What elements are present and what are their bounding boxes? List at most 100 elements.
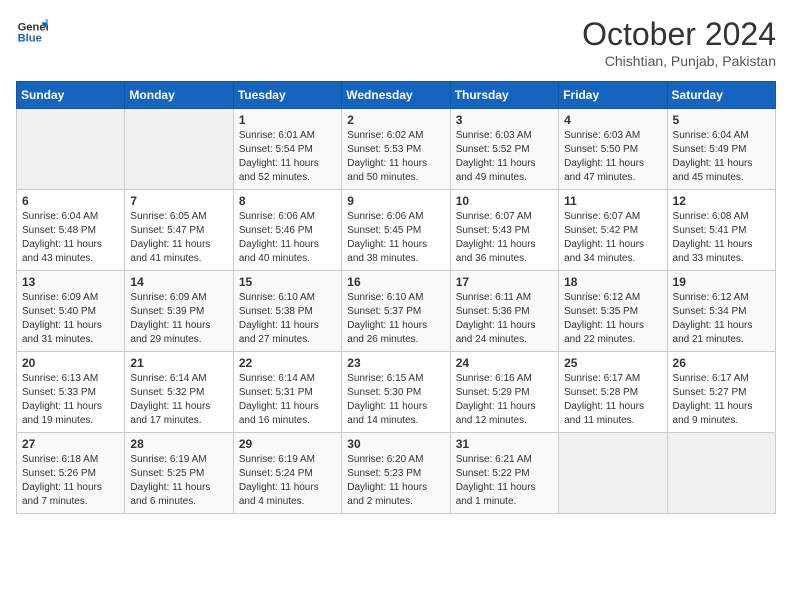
logo: General Blue bbox=[16, 16, 48, 48]
week-row-4: 20 Sunrise: 6:13 AM Sunset: 5:33 PM Dayli… bbox=[17, 352, 776, 433]
day-info: Sunrise: 6:11 AM Sunset: 5:36 PM Dayligh… bbox=[456, 291, 553, 347]
day-info: Sunrise: 6:17 AM Sunset: 5:28 PM Dayligh… bbox=[564, 372, 661, 428]
day-number: 6 bbox=[22, 194, 119, 208]
day-info: Sunrise: 6:12 AM Sunset: 5:34 PM Dayligh… bbox=[673, 291, 770, 347]
day-number: 30 bbox=[347, 437, 444, 451]
week-row-2: 6 Sunrise: 6:04 AM Sunset: 5:48 PM Daylig… bbox=[17, 190, 776, 271]
day-info: Sunrise: 6:01 AM Sunset: 5:54 PM Dayligh… bbox=[239, 129, 336, 185]
month-title: October 2024 bbox=[582, 16, 776, 53]
day-number: 7 bbox=[130, 194, 227, 208]
weekday-header-monday: Monday bbox=[125, 82, 233, 109]
day-number: 27 bbox=[22, 437, 119, 451]
calendar-cell bbox=[667, 433, 775, 514]
page-header: General Blue October 2024 Chishtian, Pun… bbox=[16, 16, 776, 69]
calendar-cell: 12Sunrise: 6:08 AM Sunset: 5:41 PM Dayli… bbox=[667, 190, 775, 271]
day-number: 11 bbox=[564, 194, 661, 208]
weekday-header-row: SundayMondayTuesdayWednesdayThursdayFrid… bbox=[17, 82, 776, 109]
calendar-cell: 11 Sunrise: 6:07 AM Sunset: 5:42 PM Dayli… bbox=[559, 190, 667, 271]
day-number: 2 bbox=[347, 113, 444, 127]
day-info: Sunrise: 6:08 AM Sunset: 5:41 PM Dayligh… bbox=[673, 210, 770, 266]
weekday-header-saturday: Saturday bbox=[667, 82, 775, 109]
svg-text:Blue: Blue bbox=[18, 33, 42, 45]
day-info: Sunrise: 6:18 AM Sunset: 5:26 PM Dayligh… bbox=[22, 453, 119, 509]
calendar-cell: 9 Sunrise: 6:06 AM Sunset: 5:45 PM Daylig… bbox=[342, 190, 450, 271]
calendar-cell: 23 Sunrise: 6:15 AM Sunset: 5:30 PM Dayli… bbox=[342, 352, 450, 433]
day-info: Sunrise: 6:09 AM Sunset: 5:39 PM Dayligh… bbox=[130, 291, 227, 347]
calendar-cell: 13Sunrise: 6:09 AM Sunset: 5:40 PM Dayli… bbox=[17, 271, 125, 352]
calendar-cell: 25 Sunrise: 6:17 AM Sunset: 5:28 PM Dayli… bbox=[559, 352, 667, 433]
calendar-cell: 22Sunrise: 6:14 AM Sunset: 5:31 PM Dayli… bbox=[233, 352, 341, 433]
day-number: 20 bbox=[22, 356, 119, 370]
day-info: Sunrise: 6:21 AM Sunset: 5:22 PM Dayligh… bbox=[456, 453, 553, 509]
day-info: Sunrise: 6:04 AM Sunset: 5:48 PM Dayligh… bbox=[22, 210, 119, 266]
day-number: 31 bbox=[456, 437, 553, 451]
calendar-header: SundayMondayTuesdayWednesdayThursdayFrid… bbox=[17, 82, 776, 109]
day-info: Sunrise: 6:13 AM Sunset: 5:33 PM Dayligh… bbox=[22, 372, 119, 428]
calendar-cell: 14 Sunrise: 6:09 AM Sunset: 5:39 PM Dayli… bbox=[125, 271, 233, 352]
calendar-cell: 16Sunrise: 6:10 AM Sunset: 5:37 PM Dayli… bbox=[342, 271, 450, 352]
day-info: Sunrise: 6:19 AM Sunset: 5:24 PM Dayligh… bbox=[239, 453, 336, 509]
day-number: 23 bbox=[347, 356, 444, 370]
calendar-cell: 8Sunrise: 6:06 AM Sunset: 5:46 PM Daylig… bbox=[233, 190, 341, 271]
calendar-cell: 7Sunrise: 6:05 AM Sunset: 5:47 PM Daylig… bbox=[125, 190, 233, 271]
day-info: Sunrise: 6:14 AM Sunset: 5:32 PM Dayligh… bbox=[130, 372, 227, 428]
calendar-cell: 15 Sunrise: 6:10 AM Sunset: 5:38 PM Dayli… bbox=[233, 271, 341, 352]
day-info: Sunrise: 6:06 AM Sunset: 5:46 PM Dayligh… bbox=[239, 210, 336, 266]
calendar-table: SundayMondayTuesdayWednesdayThursdayFrid… bbox=[16, 81, 776, 514]
day-number: 26 bbox=[673, 356, 770, 370]
calendar-cell: 3Sunrise: 6:03 AM Sunset: 5:52 PM Daylig… bbox=[450, 109, 558, 190]
calendar-cell: 5 Sunrise: 6:04 AM Sunset: 5:49 PM Daylig… bbox=[667, 109, 775, 190]
calendar-cell: 1 Sunrise: 6:01 AM Sunset: 5:54 PM Daylig… bbox=[233, 109, 341, 190]
day-info: Sunrise: 6:17 AM Sunset: 5:27 PM Dayligh… bbox=[673, 372, 770, 428]
day-info: Sunrise: 6:20 AM Sunset: 5:23 PM Dayligh… bbox=[347, 453, 444, 509]
calendar-body: 1 Sunrise: 6:01 AM Sunset: 5:54 PM Daylig… bbox=[17, 109, 776, 514]
calendar-cell: 4 Sunrise: 6:03 AM Sunset: 5:50 PM Daylig… bbox=[559, 109, 667, 190]
logo-icon: General Blue bbox=[16, 16, 48, 48]
day-number: 15 bbox=[239, 275, 336, 289]
day-number: 28 bbox=[130, 437, 227, 451]
calendar-cell: 19 Sunrise: 6:12 AM Sunset: 5:34 PM Dayli… bbox=[667, 271, 775, 352]
calendar-cell bbox=[125, 109, 233, 190]
day-info: Sunrise: 6:10 AM Sunset: 5:37 PM Dayligh… bbox=[347, 291, 444, 347]
day-info: Sunrise: 6:15 AM Sunset: 5:30 PM Dayligh… bbox=[347, 372, 444, 428]
calendar-cell: 26 Sunrise: 6:17 AM Sunset: 5:27 PM Dayli… bbox=[667, 352, 775, 433]
day-info: Sunrise: 6:04 AM Sunset: 5:49 PM Dayligh… bbox=[673, 129, 770, 185]
title-area: October 2024 Chishtian, Punjab, Pakistan bbox=[582, 16, 776, 69]
day-number: 24 bbox=[456, 356, 553, 370]
day-number: 4 bbox=[564, 113, 661, 127]
day-info: Sunrise: 6:03 AM Sunset: 5:52 PM Dayligh… bbox=[456, 129, 553, 185]
day-number: 25 bbox=[564, 356, 661, 370]
day-info: Sunrise: 6:07 AM Sunset: 5:42 PM Dayligh… bbox=[564, 210, 661, 266]
day-info: Sunrise: 6:10 AM Sunset: 5:38 PM Dayligh… bbox=[239, 291, 336, 347]
calendar-cell: 17 Sunrise: 6:11 AM Sunset: 5:36 PM Dayli… bbox=[450, 271, 558, 352]
day-info: Sunrise: 6:02 AM Sunset: 5:53 PM Dayligh… bbox=[347, 129, 444, 185]
week-row-1: 1 Sunrise: 6:01 AM Sunset: 5:54 PM Daylig… bbox=[17, 109, 776, 190]
weekday-header-sunday: Sunday bbox=[17, 82, 125, 109]
day-number: 1 bbox=[239, 113, 336, 127]
day-info: Sunrise: 6:03 AM Sunset: 5:50 PM Dayligh… bbox=[564, 129, 661, 185]
calendar-cell: 29Sunrise: 6:19 AM Sunset: 5:24 PM Dayli… bbox=[233, 433, 341, 514]
day-number: 19 bbox=[673, 275, 770, 289]
day-number: 10 bbox=[456, 194, 553, 208]
calendar-cell: 18Sunrise: 6:12 AM Sunset: 5:35 PM Dayli… bbox=[559, 271, 667, 352]
day-number: 21 bbox=[130, 356, 227, 370]
calendar-cell: 20 Sunrise: 6:13 AM Sunset: 5:33 PM Dayli… bbox=[17, 352, 125, 433]
day-number: 17 bbox=[456, 275, 553, 289]
day-number: 9 bbox=[347, 194, 444, 208]
day-info: Sunrise: 6:07 AM Sunset: 5:43 PM Dayligh… bbox=[456, 210, 553, 266]
day-number: 18 bbox=[564, 275, 661, 289]
calendar-cell bbox=[559, 433, 667, 514]
day-info: Sunrise: 6:16 AM Sunset: 5:29 PM Dayligh… bbox=[456, 372, 553, 428]
day-number: 14 bbox=[130, 275, 227, 289]
weekday-header-wednesday: Wednesday bbox=[342, 82, 450, 109]
calendar-cell: 27 Sunrise: 6:18 AM Sunset: 5:26 PM Dayli… bbox=[17, 433, 125, 514]
calendar-cell: 30 Sunrise: 6:20 AM Sunset: 5:23 PM Dayli… bbox=[342, 433, 450, 514]
day-number: 5 bbox=[673, 113, 770, 127]
location-subtitle: Chishtian, Punjab, Pakistan bbox=[582, 53, 776, 69]
calendar-cell: 2 Sunrise: 6:02 AM Sunset: 5:53 PM Daylig… bbox=[342, 109, 450, 190]
calendar-cell: 31 Sunrise: 6:21 AM Sunset: 5:22 PM Dayli… bbox=[450, 433, 558, 514]
day-info: Sunrise: 6:06 AM Sunset: 5:45 PM Dayligh… bbox=[347, 210, 444, 266]
weekday-header-thursday: Thursday bbox=[450, 82, 558, 109]
calendar-cell: 21 Sunrise: 6:14 AM Sunset: 5:32 PM Dayli… bbox=[125, 352, 233, 433]
week-row-3: 13Sunrise: 6:09 AM Sunset: 5:40 PM Dayli… bbox=[17, 271, 776, 352]
